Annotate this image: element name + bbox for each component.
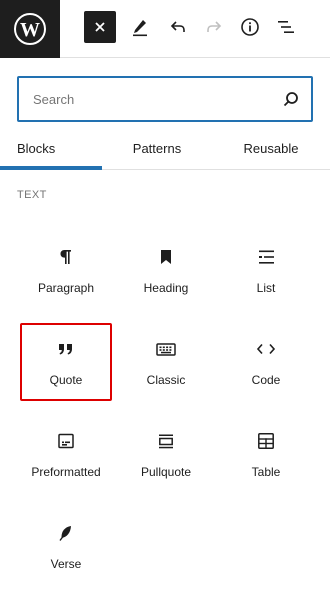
block-label: Verse — [50, 557, 82, 571]
tab-blocks[interactable]: Blocks — [0, 127, 102, 170]
block-search — [17, 76, 313, 122]
tools-button[interactable] — [124, 11, 156, 43]
undo-icon — [170, 21, 185, 32]
block-label: Paragraph — [37, 281, 95, 295]
info-icon — [241, 18, 259, 36]
block-verse[interactable]: Verse — [20, 507, 112, 585]
list-view-button[interactable] — [270, 11, 302, 43]
tab-label: Blocks — [17, 141, 56, 156]
tab-reusable[interactable]: Reusable — [212, 127, 330, 170]
search-icon[interactable] — [281, 89, 301, 109]
close-inserter-button[interactable] — [84, 11, 116, 43]
quote-icon — [54, 337, 78, 361]
block-label: List — [256, 281, 276, 295]
redo-icon — [207, 21, 222, 32]
block-label: Quote — [49, 373, 83, 387]
block-quote[interactable]: Quote — [20, 323, 112, 401]
keyboard-icon — [154, 337, 178, 361]
wordpress-logo-icon: W — [14, 13, 46, 45]
tab-label: Patterns — [132, 141, 182, 156]
category-heading: TEXT — [17, 189, 47, 201]
details-button[interactable] — [234, 11, 266, 43]
preformatted-icon — [54, 429, 78, 453]
block-label: Classic — [146, 373, 186, 387]
block-label: Table — [251, 465, 281, 479]
feather-icon — [54, 521, 78, 545]
block-pullquote[interactable]: Pullquote — [120, 415, 212, 493]
search-input[interactable] — [19, 78, 269, 120]
block-label: Preformatted — [31, 465, 101, 479]
block-classic[interactable]: Classic — [120, 323, 212, 401]
svg-text:W: W — [20, 19, 40, 41]
active-tab-indicator — [0, 166, 102, 170]
block-code[interactable]: Code — [220, 323, 312, 401]
bookmark-icon — [154, 245, 178, 269]
wordpress-logo-button[interactable]: W — [0, 0, 60, 58]
block-label: Code — [251, 373, 281, 387]
inserter-tabs: Blocks Patterns Reusable — [0, 127, 330, 170]
redo-button[interactable] — [198, 11, 230, 43]
block-heading[interactable]: Heading — [120, 231, 212, 309]
tab-patterns[interactable]: Patterns — [102, 127, 212, 170]
close-icon — [95, 22, 105, 32]
list-view-icon — [278, 21, 294, 33]
tab-label: Reusable — [243, 141, 299, 156]
list-icon — [254, 245, 278, 269]
block-paragraph[interactable]: Paragraph — [20, 231, 112, 309]
code-icon — [254, 337, 278, 361]
block-table[interactable]: Table — [220, 415, 312, 493]
block-list[interactable]: List — [220, 231, 312, 309]
editor-toolbar: W — [0, 0, 330, 58]
pencil-icon — [133, 20, 147, 37]
paragraph-icon — [54, 245, 78, 269]
undo-button[interactable] — [162, 11, 194, 43]
block-label: Pullquote — [140, 465, 192, 479]
pullquote-icon — [154, 429, 178, 453]
table-icon — [254, 429, 278, 453]
block-preformatted[interactable]: Preformatted — [20, 415, 112, 493]
block-label: Heading — [143, 281, 189, 295]
